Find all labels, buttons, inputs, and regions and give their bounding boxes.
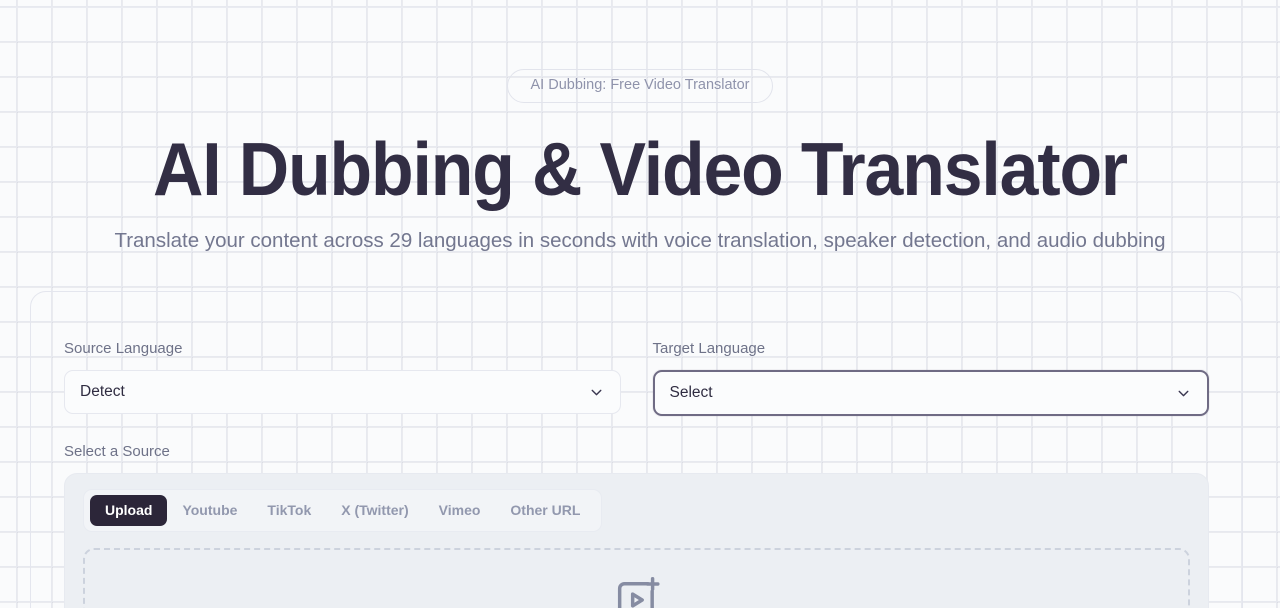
source-language-value: Detect [80,383,125,400]
chevron-down-icon [1175,385,1192,402]
hero-section: AI Dubbing: Free Video Translator AI Dub… [0,0,1280,255]
hero-badge: AI Dubbing: Free Video Translator [506,69,774,103]
source-panel: Upload Youtube TikTok X (Twitter) Vimeo … [64,473,1209,608]
page-title: AI Dubbing & Video Translator [153,127,1128,211]
tab-x-twitter[interactable]: X (Twitter) [326,495,423,526]
video-upload-icon [611,574,663,608]
chevron-down-icon [588,384,605,401]
tab-upload[interactable]: Upload [90,495,168,526]
file-dropzone[interactable]: Click to upload a file or drag and drop [83,548,1190,608]
target-language-select[interactable]: Select [652,370,1209,416]
source-language-select[interactable]: Detect [64,370,621,414]
select-a-source-label: Select a Source [64,443,170,460]
tab-youtube[interactable]: Youtube [167,495,252,526]
target-language-field: Target Language Select [652,340,1209,416]
tab-tiktok[interactable]: TikTok [252,495,326,526]
tab-other-url[interactable]: Other URL [495,495,595,526]
source-tabs: Upload Youtube TikTok X (Twitter) Vimeo … [83,489,603,532]
tab-vimeo[interactable]: Vimeo [424,495,496,526]
target-language-value: Select [669,384,713,401]
translator-card: Source Language Detect Target Language S… [30,291,1243,608]
page-root: AI Dubbing: Free Video Translator AI Dub… [0,0,1280,608]
source-language-field: Source Language Detect [64,340,621,416]
target-language-label: Target Language [652,340,766,357]
hero-subtitle: Translate your content across 29 languag… [114,229,1166,252]
language-selectors-row: Source Language Detect Target Language S… [64,340,1209,416]
source-language-label: Source Language [64,340,183,357]
